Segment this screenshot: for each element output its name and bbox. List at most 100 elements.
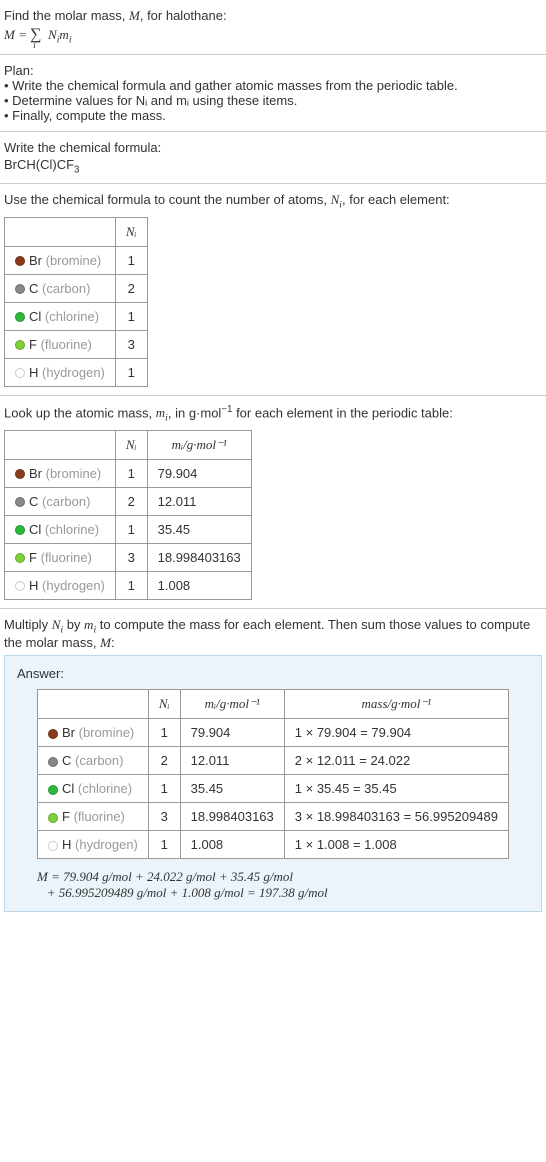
element-name: (chlorine) <box>45 522 99 537</box>
ni-header: Nᵢ <box>148 690 180 719</box>
intro-section: Find the molar mass, M, for halothane: M… <box>0 0 546 55</box>
eq-m-sub: i <box>69 35 72 46</box>
element-name: (fluorine) <box>74 809 125 824</box>
table-header-row: Nᵢ <box>5 217 148 246</box>
eq-sum-index: i <box>33 40 36 51</box>
element-count: 3 <box>115 330 147 358</box>
table-row: H (hydrogen)1 <box>5 358 148 386</box>
table-row: F (fluorine)318.9984031633 × 18.99840316… <box>38 803 509 831</box>
chemical-formula-section: Write the chemical formula: BrCH(Cl)CF3 <box>0 132 546 185</box>
element-swatch <box>15 256 25 266</box>
atomic-mass-table: Nᵢmᵢ/g·mol⁻¹ Br (bromine)179.904 C (carb… <box>4 430 252 600</box>
chemical-formula-title: Write the chemical formula: <box>4 140 542 155</box>
element-symbol: H <box>62 837 71 852</box>
element-name: (carbon) <box>75 753 123 768</box>
element-symbol: Br <box>29 466 42 481</box>
element-symbol: H <box>29 578 38 593</box>
eq-m: m <box>59 27 68 42</box>
compute-intro: Multiply Ni by mi to compute the mass fo… <box>4 617 542 652</box>
element-swatch <box>15 469 25 479</box>
element-mass-calc: 2 × 12.011 = 24.022 <box>284 747 508 775</box>
table-row: Cl (chlorine)135.45 <box>5 515 252 543</box>
intro-text-b: , for halothane: <box>140 8 227 23</box>
count-Ni: Ni <box>331 192 342 207</box>
empty-header <box>5 217 116 246</box>
element-swatch <box>15 340 25 350</box>
answer-label: Answer: <box>17 666 529 681</box>
eq-N: N <box>48 27 57 42</box>
element-count: 1 <box>115 515 147 543</box>
element-mass-calc: 1 × 79.904 = 79.904 <box>284 719 508 747</box>
element-name: (chlorine) <box>78 781 132 796</box>
intro-M: M <box>129 8 140 23</box>
element-name: (hydrogen) <box>42 578 105 593</box>
plan-list: Write the chemical formula and gather at… <box>4 78 542 123</box>
element-symbol: F <box>29 550 37 565</box>
mi-header: mᵢ/g·mol⁻¹ <box>147 430 251 459</box>
element-name: (chlorine) <box>45 309 99 324</box>
table-row: Br (bromine)179.9041 × 79.904 = 79.904 <box>38 719 509 747</box>
formula-sub: 3 <box>74 164 79 175</box>
element-mass: 35.45 <box>147 515 251 543</box>
element-name: (bromine) <box>79 725 135 740</box>
element-count: 1 <box>115 246 147 274</box>
table-row: H (hydrogen) 11.008 <box>5 571 252 599</box>
element-count: 1 <box>115 302 147 330</box>
atom-count-intro: Use the chemical formula to count the nu… <box>4 192 542 211</box>
table-row: Br (bromine) 1 <box>5 246 148 274</box>
element-mass-calc: 3 × 18.998403163 = 56.995209489 <box>284 803 508 831</box>
element-symbol: C <box>29 494 38 509</box>
eq-lhs: M <box>4 27 15 42</box>
element-swatch <box>48 785 58 795</box>
mi-header: mᵢ/g·mol⁻¹ <box>180 690 284 719</box>
count-intro-a: Use the chemical formula to count the nu… <box>4 192 331 207</box>
table-row: H (hydrogen)11.0081 × 1.008 = 1.008 <box>38 831 509 859</box>
plan-item: Determine values for Nᵢ and mᵢ using the… <box>4 93 542 108</box>
atomic-mass-intro: Look up the atomic mass, mi, in g·mol−1 … <box>4 404 542 424</box>
element-count: 3 <box>115 543 147 571</box>
compute-Ni: Ni <box>52 617 63 632</box>
table-row: C (carbon)212.0112 × 12.011 = 24.022 <box>38 747 509 775</box>
element-swatch <box>15 312 25 322</box>
atom-count-section: Use the chemical formula to count the nu… <box>0 184 546 396</box>
answer-box: Answer: Nᵢmᵢ/g·mol⁻¹mass/g·mol⁻¹ Br (bro… <box>4 655 542 912</box>
ni-header: Nᵢ <box>115 217 147 246</box>
element-swatch <box>15 284 25 294</box>
element-count: 1 <box>148 775 180 803</box>
table-row: F (fluorine)3 <box>5 330 148 358</box>
element-mass: 1.008 <box>180 831 284 859</box>
element-swatch <box>15 497 25 507</box>
table-header-row: Nᵢmᵢ/g·mol⁻¹ <box>5 430 252 459</box>
element-mass-calc: 1 × 35.45 = 35.45 <box>284 775 508 803</box>
element-symbol: Br <box>29 253 42 268</box>
element-mass: 1.008 <box>147 571 251 599</box>
element-mass: 79.904 <box>147 459 251 487</box>
compute-a: Multiply <box>4 617 52 632</box>
element-symbol: Cl <box>29 309 41 324</box>
table-row: Cl (chlorine) 1 <box>5 302 148 330</box>
mass-mi: mi <box>156 405 168 420</box>
element-symbol: F <box>29 337 37 352</box>
element-name: (hydrogen) <box>75 837 138 852</box>
empty-header <box>5 430 116 459</box>
compute-d: : <box>111 635 115 650</box>
table-row: Br (bromine)179.904 <box>5 459 252 487</box>
element-count: 1 <box>115 459 147 487</box>
element-count: 2 <box>115 487 147 515</box>
intro-text: Find the molar mass, M, for halothane: <box>4 8 542 24</box>
compute-b: by <box>63 617 84 632</box>
empty-header <box>38 690 149 719</box>
count-intro-b: , for each element: <box>342 192 450 207</box>
final-equation: M = 79.904 g/mol + 24.022 g/mol + 35.45 … <box>17 869 529 901</box>
element-count: 3 <box>148 803 180 831</box>
mass-exp: −1 <box>221 404 232 415</box>
element-count: 1 <box>115 571 147 599</box>
element-swatch <box>48 757 58 767</box>
element-name: (bromine) <box>46 253 102 268</box>
table-row: C (carbon)2 <box>5 274 148 302</box>
element-mass: 12.011 <box>180 747 284 775</box>
element-symbol: C <box>62 753 71 768</box>
chemical-formula: BrCH(Cl)CF3 <box>4 157 542 176</box>
plan-item: Finally, compute the mass. <box>4 108 542 123</box>
eq-eq: = <box>15 27 30 42</box>
